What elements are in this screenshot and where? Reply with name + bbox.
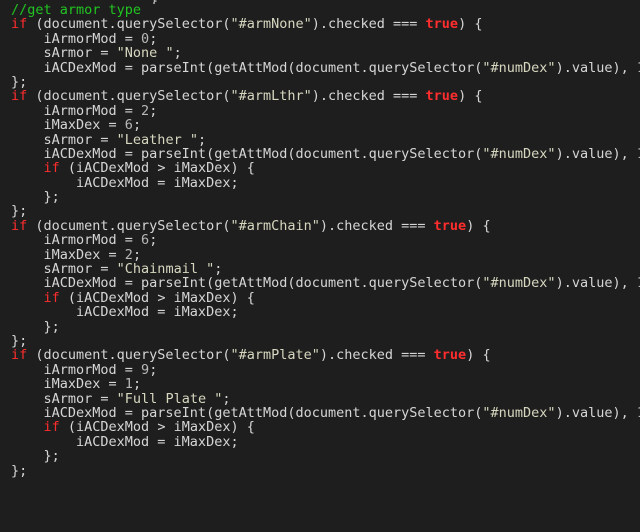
code-token: ; [149,102,158,119]
string-token: "#armLthr" [230,88,312,105]
code-line: iArmorMod = 2; [11,104,640,118]
code-token: ).checked === [319,347,434,364]
code-token: ) { [458,88,483,105]
code-line: if (document.querySelector("#armNone").c… [11,17,640,31]
string-token: "#numDex" [482,59,556,76]
code-line: if (document.querySelector("#armChain").… [11,219,640,233]
code-line: iACDexMod = iMaxDex; [11,435,640,449]
code-token: ).value), [555,275,637,292]
number-token: 6 [141,232,150,249]
code-line: if (document.querySelector("#armPlate").… [11,348,640,362]
code-line: }; [11,75,640,89]
code-line: }; [11,334,640,348]
code-line: //get armor type [11,3,640,17]
code-line: if (iACDexMod > iMaxDex) { [11,420,640,434]
code-line: sArmor = "Full Plate "; [11,391,640,406]
code-token: ).checked === [311,88,426,105]
code-token: ).value), [555,145,637,162]
string-token: "#armNone" [230,16,312,33]
keyword-token: true [433,347,467,364]
keyword-token: true [433,217,467,234]
code-line: iArmorMod = 0; [11,32,640,46]
code-line: iACDexMod = iMaxDex; [11,305,640,319]
keyword-token: true [425,88,459,105]
code-line: iACDexMod = parseInt(getAttMod(document.… [11,147,640,161]
code-line: iArmorMod = 9; [11,363,640,377]
code-editor[interactable]: } //get armor typeif (document.querySele… [0,0,640,532]
code-line: iArmorMod = 6; [11,233,640,247]
code-token: iACDexMod = parseInt(getAttMod(document.… [11,59,483,76]
code-token: ) { [466,347,491,364]
code-line: }; [11,462,640,479]
code-token: ).value), [555,404,637,421]
code-line: iMaxDex = 2; [11,247,640,262]
code-line: }; [11,190,640,204]
code-area[interactable]: //get armor type if (document.querySelect… [11,3,640,478]
code-token: ).checked === [311,16,426,33]
keyword-token: true [425,16,459,33]
code-token: ) { [458,16,483,33]
string-token: "#armPlate" [230,347,320,364]
number-token: 9 [141,361,150,378]
string-token: "#numDex" [482,145,556,162]
code-line: if (iACDexMod > iMaxDex) { [11,161,640,175]
code-token: ).value), [555,59,637,76]
code-token: }; [11,462,28,479]
code-line: if (iACDexMod > iMaxDex) { [11,291,640,305]
code-token: ; [149,361,158,378]
code-line: }; [11,319,640,334]
string-token: "#numDex" [482,275,556,292]
code-token: ).checked === [319,217,434,234]
code-line: iACDexMod = parseInt(getAttMod(document.… [11,59,640,76]
code-token: ) { [466,217,491,234]
code-line: sArmor = "Chainmail "; [11,262,640,276]
code-line: if (document.querySelector("#armLthr").c… [11,89,640,103]
code-line: iACDexMod = parseInt(getAttMod(document.… [11,276,640,290]
code-line: sArmor = "None "; [11,46,640,60]
string-token: "#armChain" [230,217,320,234]
code-line: }; [11,204,640,218]
code-line: iMaxDex = 1; [11,377,640,391]
number-token: 2 [141,102,150,119]
string-token: "#numDex" [482,404,556,421]
code-token: ; [149,232,158,249]
code-line: iACDexMod = parseInt(getAttMod(document.… [11,406,640,420]
code-line: iACDexMod = iMaxDex; [11,175,640,190]
code-line: iMaxDex = 6; [11,118,640,132]
code-line: sArmor = "Leather "; [11,132,640,147]
code-line: }; [11,449,640,463]
